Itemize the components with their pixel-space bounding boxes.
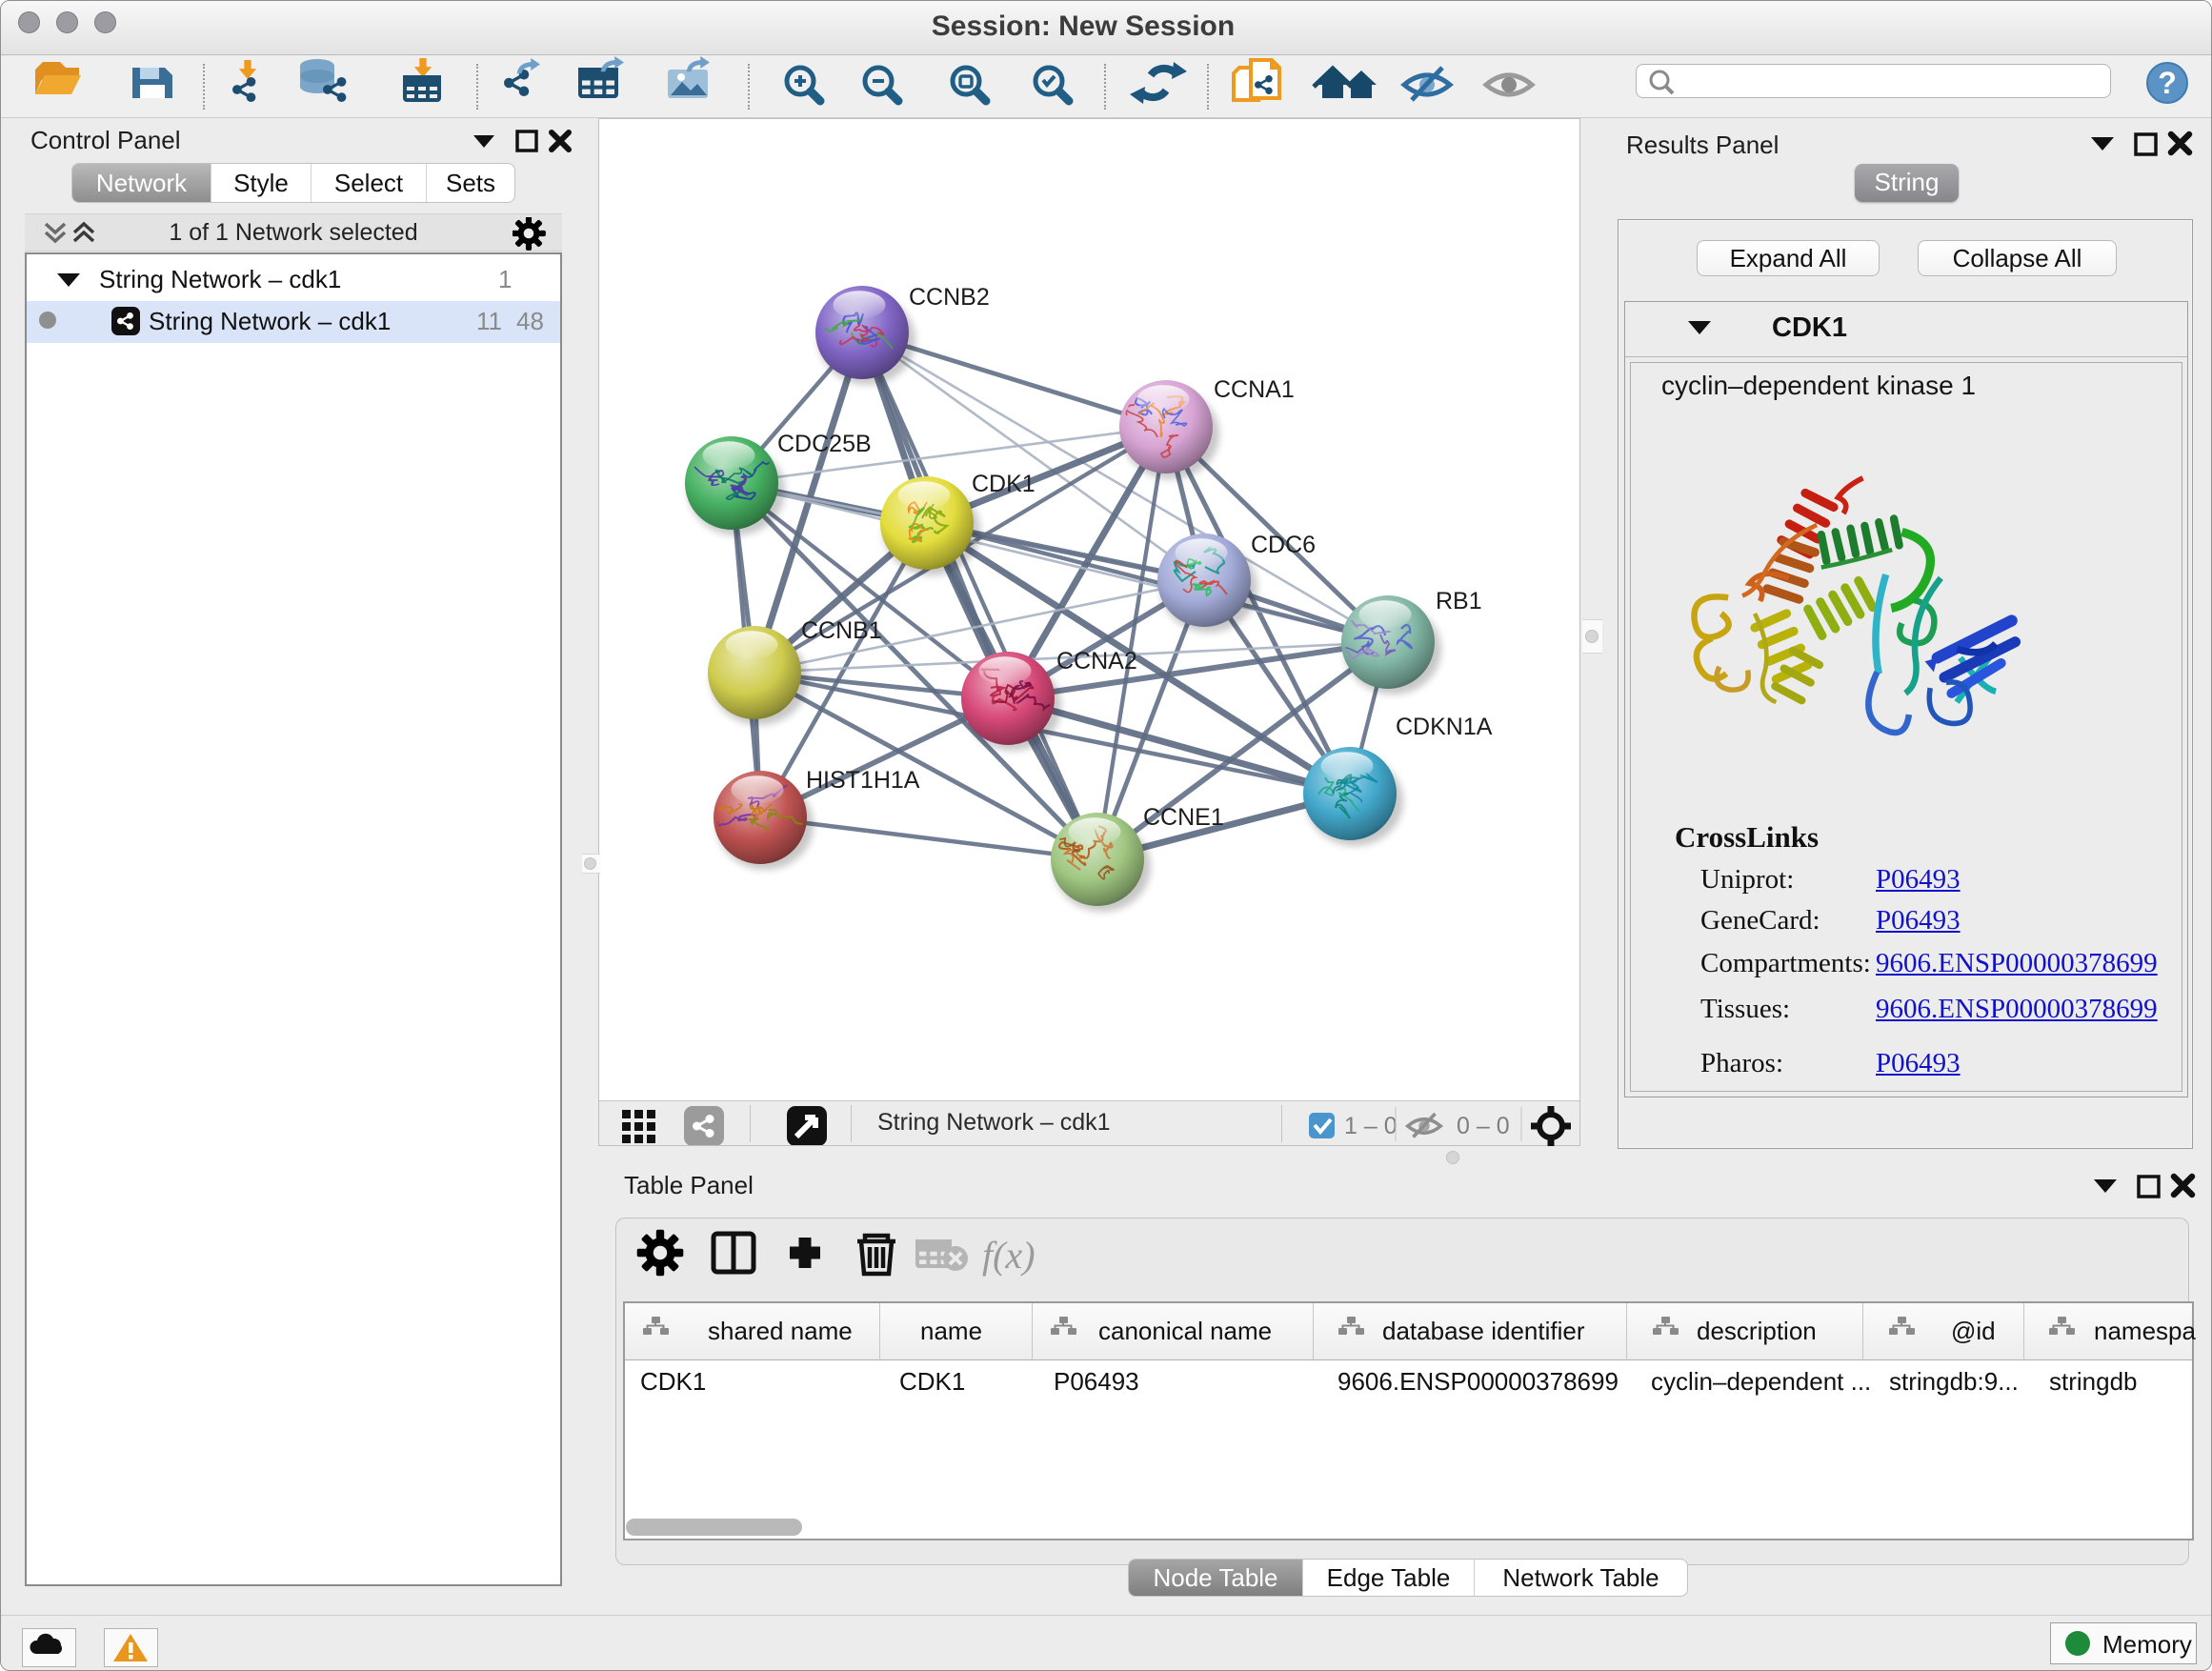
svg-text:CCNB2: CCNB2 [909, 284, 990, 311]
svg-text:@id: @id [1951, 1317, 1996, 1345]
svg-text:CCNB1: CCNB1 [801, 617, 882, 644]
svg-text:namespace: namespace [2094, 1317, 2196, 1345]
svg-text:canonical name: canonical name [1098, 1317, 1272, 1345]
svg-text:CCNA1: CCNA1 [1214, 376, 1295, 403]
svg-text:CDKN1A: CDKN1A [1396, 714, 1493, 740]
svg-text:f(x): f(x) [982, 1234, 1036, 1277]
svg-text:?: ? [2158, 66, 2177, 100]
svg-text:name: name [920, 1317, 982, 1345]
svg-text:0 – 0: 0 – 0 [1457, 1113, 1510, 1139]
svg-text:RB1: RB1 [1436, 588, 1482, 614]
svg-text:shared name: shared name [708, 1317, 853, 1345]
svg-text:CCNE1: CCNE1 [1143, 804, 1224, 831]
svg-text:CDC25B: CDC25B [777, 431, 872, 457]
svg-text:CCNA2: CCNA2 [1056, 648, 1137, 674]
svg-text:database identifier: database identifier [1382, 1317, 1585, 1345]
svg-text:CDC6: CDC6 [1251, 532, 1316, 558]
svg-text:description: description [1697, 1317, 1817, 1345]
svg-text:HIST1H1A: HIST1H1A [806, 767, 920, 794]
svg-text:CDK1: CDK1 [972, 471, 1036, 497]
svg-text:1 – 0: 1 – 0 [1344, 1113, 1398, 1139]
